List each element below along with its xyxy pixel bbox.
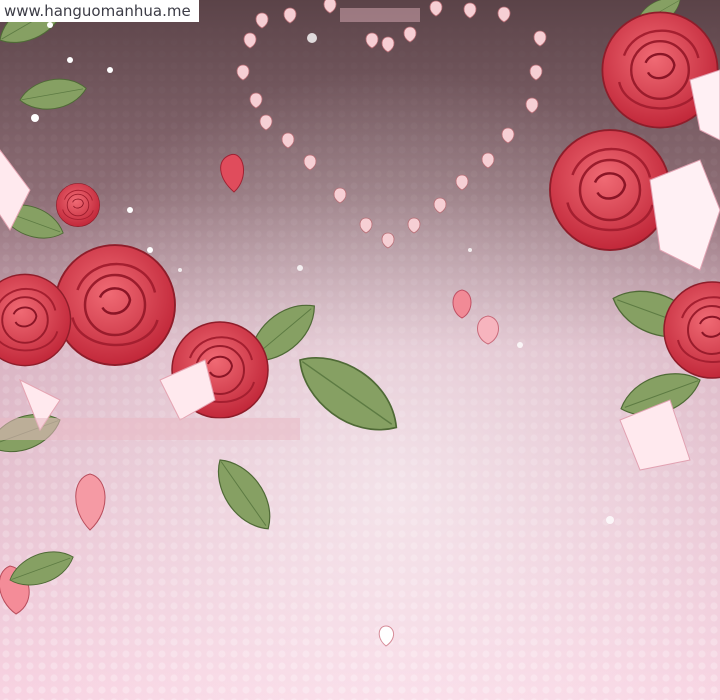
illustration-canvas bbox=[0, 0, 720, 700]
watermark-text: www.hanguomanhua.me bbox=[0, 0, 199, 22]
